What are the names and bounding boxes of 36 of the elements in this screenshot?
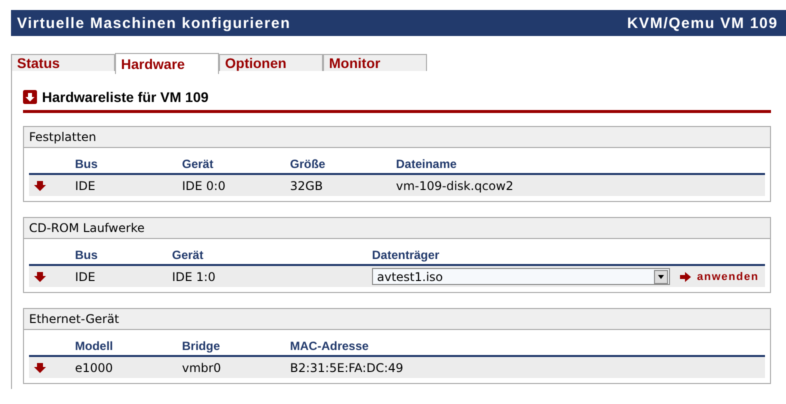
- vm-title: KVM/Qemu VM 109: [627, 14, 778, 32]
- column-header: Bus: [75, 156, 99, 170]
- tab[interactable]: Hardware: [115, 53, 219, 74]
- table-cell-text: IDE: [75, 178, 96, 192]
- section-heading: Hardwareliste für VM 109: [42, 89, 209, 105]
- table-cell-text: IDE 1:0: [172, 270, 216, 284]
- tab[interactable]: Optionen: [219, 54, 323, 71]
- column-header: Gerät: [172, 248, 204, 262]
- page-title: Virtuelle Maschinen konfigurieren: [17, 14, 291, 32]
- column-header: Datenträger: [372, 248, 440, 262]
- table-cell-text: IDE: [75, 270, 96, 284]
- column-header: Bus: [75, 248, 99, 262]
- down-arrow-icon: [34, 272, 46, 282]
- section-title: Ethernet-Gerät: [24, 309, 770, 330]
- table-cell: vm-109-disk.qcow2: [396, 178, 514, 192]
- column-header: Dateiname: [396, 156, 457, 170]
- table-cell-text: 32GB: [290, 178, 324, 192]
- column-header: MAC-Adresse: [290, 338, 369, 352]
- column-header: Bridge: [182, 338, 222, 352]
- dropdown[interactable]: avtest1.iso: [372, 268, 670, 285]
- right-arrow-icon: [680, 272, 691, 282]
- table-cell-text: e1000: [75, 360, 114, 374]
- column-header: Modell: [75, 338, 114, 352]
- table-cell-text: vmbr0: [182, 360, 222, 374]
- tab[interactable]: Monitor: [323, 54, 427, 71]
- section-title: CD-ROM Laufwerke: [24, 218, 770, 239]
- table-cell: B2:31:5E:FA:DC:49: [290, 360, 404, 374]
- down-arrow-icon: [34, 180, 46, 190]
- down-arrow-icon: [23, 90, 37, 104]
- table-cell-text: IDE 0:0: [182, 178, 226, 192]
- down-arrow-icon: [34, 362, 46, 372]
- section-title: Festplatten: [24, 127, 770, 148]
- tab[interactable]: Status: [11, 54, 115, 71]
- column-header: Größe: [290, 156, 326, 170]
- column-header: Gerät: [182, 156, 214, 170]
- apply-link[interactable]: anwenden: [697, 270, 759, 282]
